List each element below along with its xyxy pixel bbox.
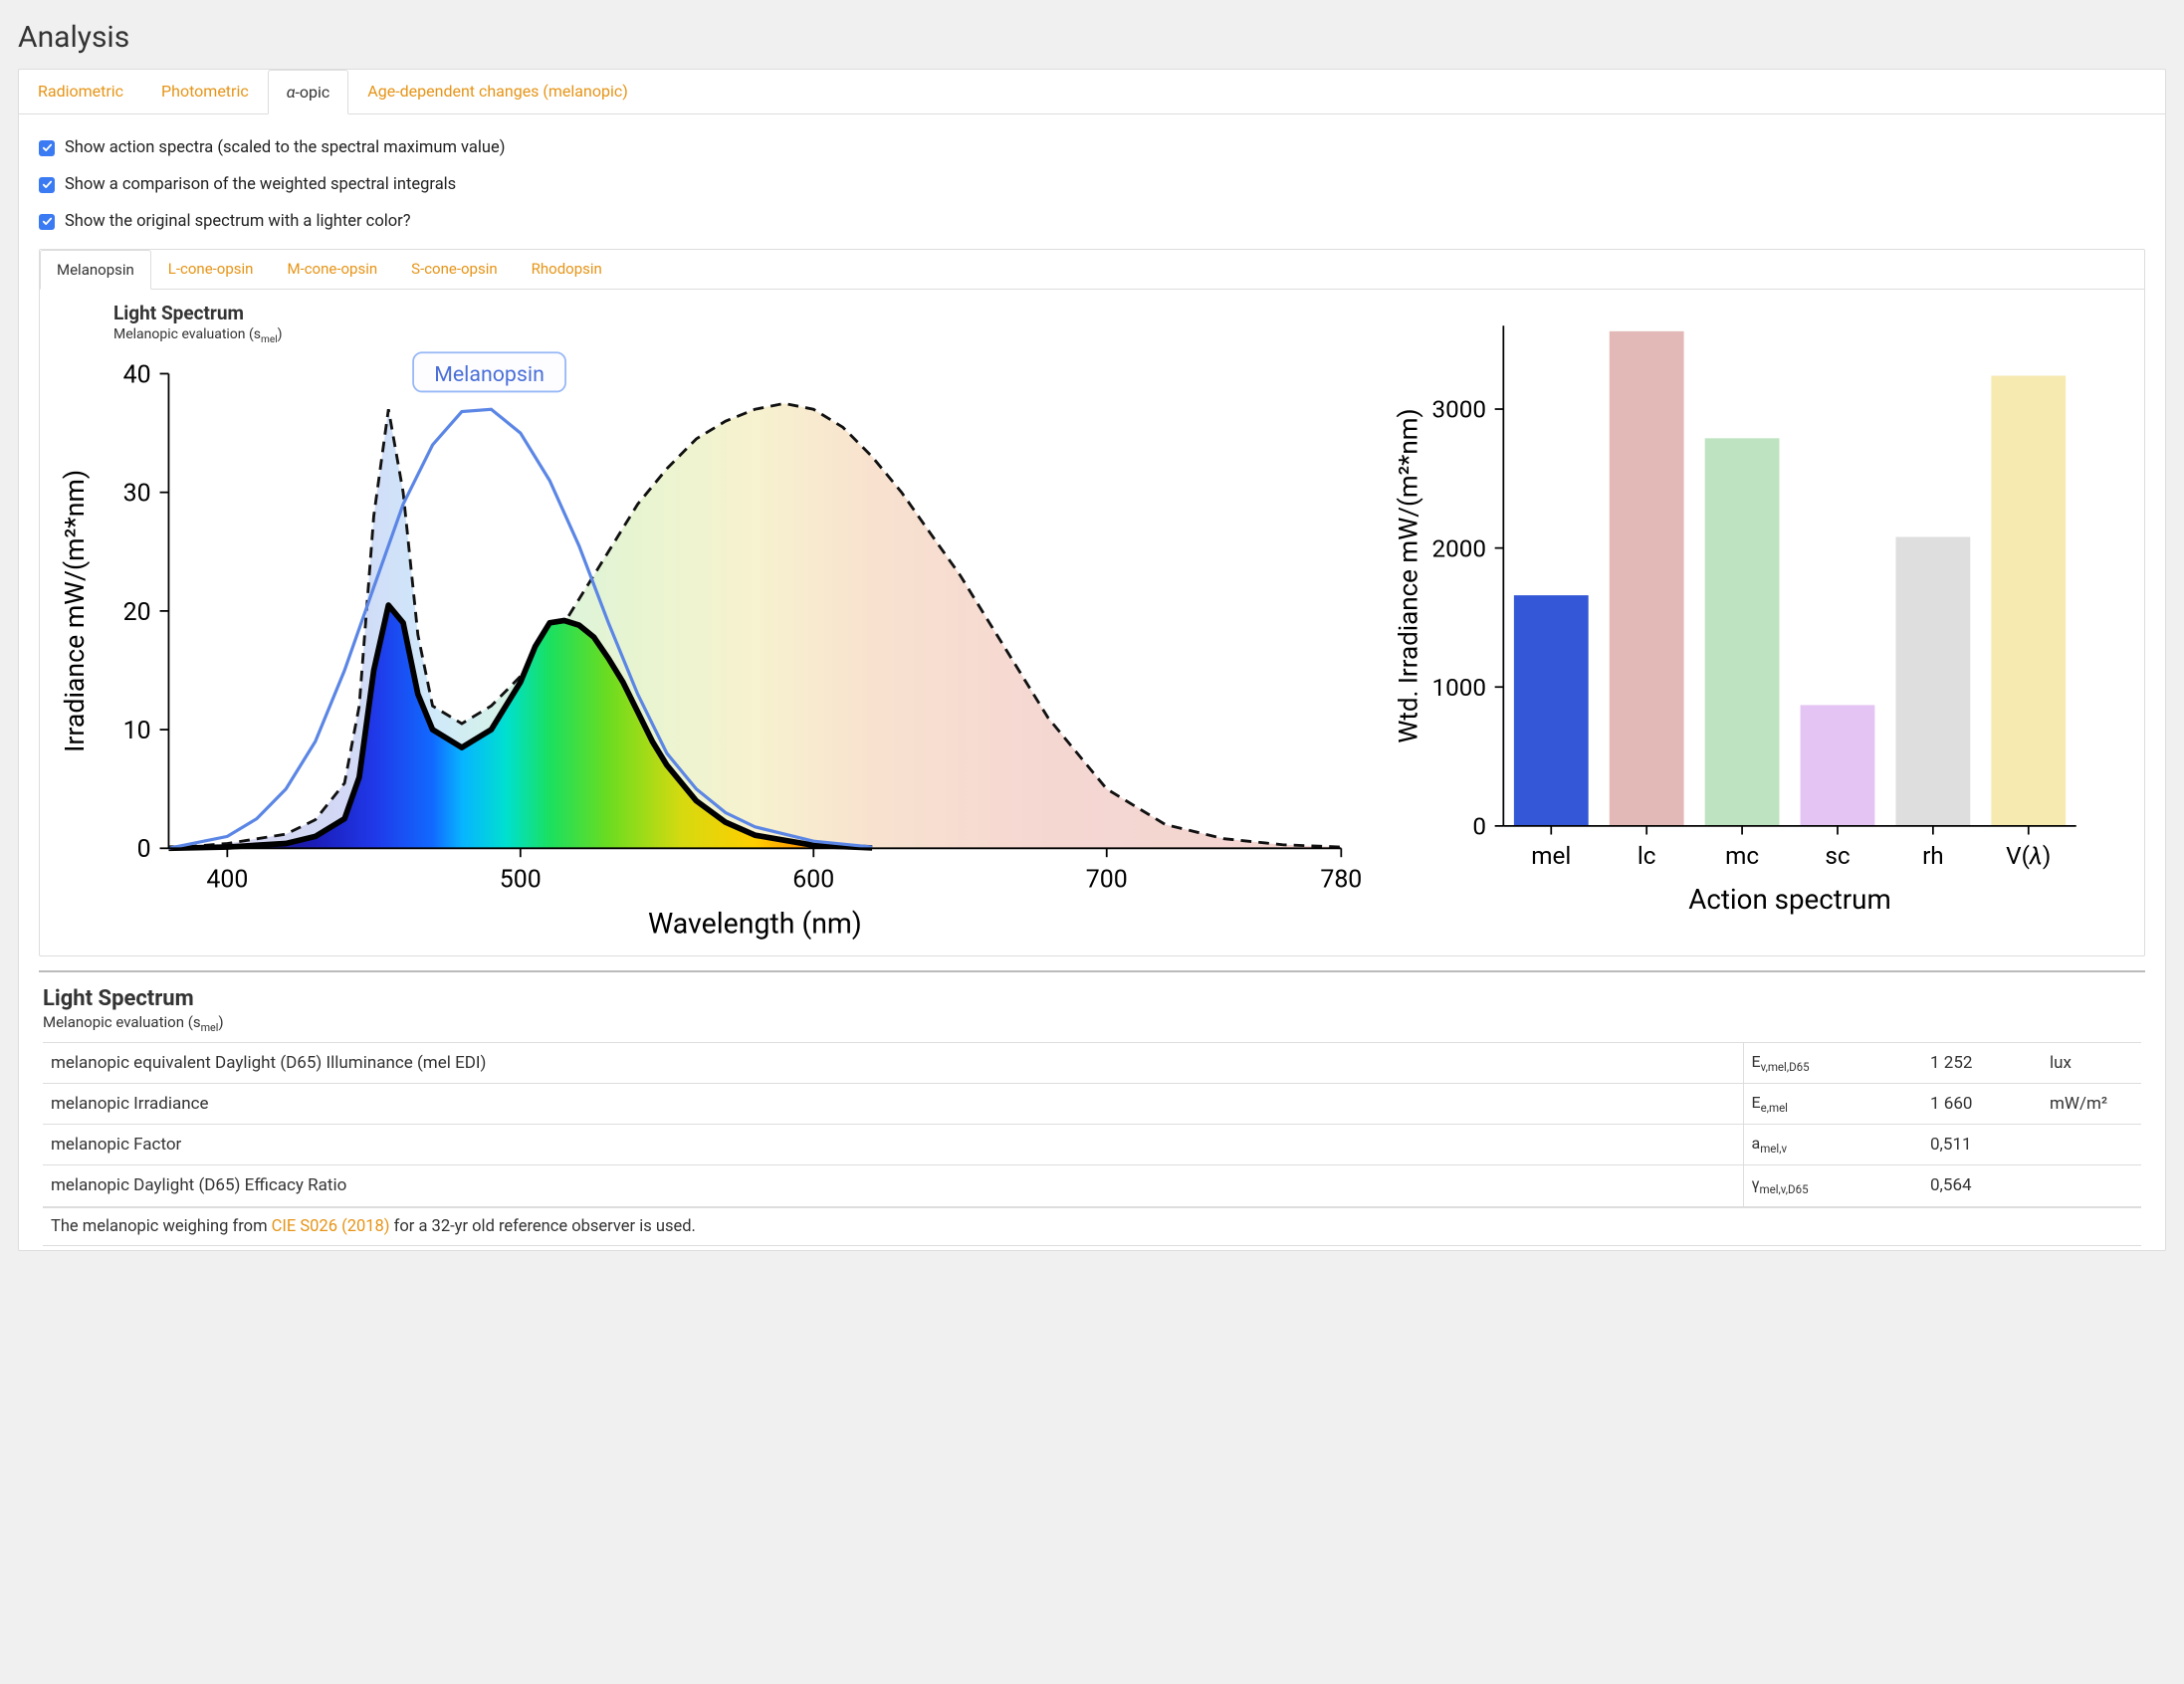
table-row: melanopic equivalent Daylight (D65) Illu… <box>43 1042 2141 1083</box>
svg-text:780: 780 <box>1320 865 1362 894</box>
main-tabs: RadiometricPhotometricα-opicAge-dependen… <box>19 70 2165 114</box>
result-unit: mW/m² <box>2042 1083 2141 1124</box>
svg-text:10: 10 <box>123 717 151 745</box>
result-name: melanopic Irradiance <box>43 1083 1743 1124</box>
opsin-tab-rhodopsin[interactable]: Rhodopsin <box>515 250 619 289</box>
svg-text:mc: mc <box>1725 841 1759 870</box>
result-name: melanopic Factor <box>43 1125 1743 1165</box>
result-value: 0,564 <box>1922 1165 2042 1206</box>
svg-text:700: 700 <box>1086 865 1128 894</box>
svg-text:Wavelength (nm): Wavelength (nm) <box>648 908 862 941</box>
checkbox-1[interactable] <box>39 177 55 193</box>
tab--opic[interactable]: α-opic <box>268 70 349 114</box>
chart-spectrum-title: Light Spectrum <box>113 302 1363 324</box>
legend-melanopsin: Melanopsin <box>434 362 545 387</box>
tab-radiometric[interactable]: Radiometric <box>19 70 142 113</box>
results-title: Light Spectrum <box>43 986 2141 1011</box>
svg-text:Wtd. Irradiance mW/(m²*nm): Wtd. Irradiance mW/(m²*nm) <box>1394 408 1423 742</box>
checkbox-row-2: Show the original spectrum with a lighte… <box>39 212 2145 231</box>
svg-text:30: 30 <box>123 479 151 508</box>
checkbox-row-1: Show a comparison of the weighted spectr… <box>39 175 2145 194</box>
tab-photometric[interactable]: Photometric <box>142 70 268 113</box>
result-symbol: Ev,mel,D65 <box>1743 1042 1922 1083</box>
result-name: melanopic Daylight (D65) Efficacy Ratio <box>43 1165 1743 1206</box>
checkbox-row-0: Show action spectra (scaled to the spect… <box>39 138 2145 157</box>
opsin-tab-m-cone-opsin[interactable]: M-cone-opsin <box>270 250 394 289</box>
chart-spectrum-subtitle: Melanopic evaluation (smel) <box>113 326 1363 345</box>
svg-text:V(λ): V(λ) <box>2006 841 2051 870</box>
results-table: melanopic equivalent Daylight (D65) Illu… <box>43 1042 2141 1207</box>
result-name: melanopic equivalent Daylight (D65) Illu… <box>43 1042 1743 1083</box>
svg-text:2000: 2000 <box>1431 533 1486 562</box>
opsin-tabs: MelanopsinL-cone-opsinM-cone-opsinS-cone… <box>40 250 2144 290</box>
page-title: Analysis <box>18 20 2166 55</box>
checkbox-0[interactable] <box>39 140 55 156</box>
checkbox-2[interactable] <box>39 214 55 230</box>
checkbox-label-1: Show a comparison of the weighted spectr… <box>65 175 456 194</box>
cie-link[interactable]: CIE S026 (2018) <box>272 1217 390 1236</box>
svg-text:Action spectrum: Action spectrum <box>1688 883 1891 916</box>
opsin-tab-l-cone-opsin[interactable]: L-cone-opsin <box>151 250 271 289</box>
checkbox-label-0: Show action spectra (scaled to the spect… <box>65 138 505 157</box>
results-section: Light Spectrum Melanopic evaluation (sme… <box>39 970 2145 1246</box>
result-value: 0,511 <box>1922 1125 2042 1165</box>
checkbox-label-2: Show the original spectrum with a lighte… <box>65 212 411 231</box>
opsin-panel: MelanopsinL-cone-opsinM-cone-opsinS-cone… <box>39 249 2145 956</box>
svg-text:40: 40 <box>123 360 151 389</box>
result-symbol: γmel,v,D65 <box>1743 1165 1922 1206</box>
svg-text:0: 0 <box>1472 812 1486 841</box>
opsin-tab-s-cone-opsin[interactable]: S-cone-opsin <box>394 250 515 289</box>
svg-text:20: 20 <box>123 598 151 627</box>
svg-text:mel: mel <box>1531 841 1571 870</box>
result-unit: lux <box>2042 1042 2141 1083</box>
result-symbol: Ee,mel <box>1743 1083 1922 1124</box>
svg-text:1000: 1000 <box>1431 673 1486 702</box>
svg-text:0: 0 <box>137 835 151 864</box>
svg-text:rh: rh <box>1922 841 1944 870</box>
results-footnote: The melanopic weighing from CIE S026 (20… <box>43 1207 2141 1246</box>
svg-text:sc: sc <box>1825 841 1850 870</box>
table-row: melanopic Factoramel,v0,511 <box>43 1125 2141 1165</box>
result-unit <box>2042 1165 2141 1206</box>
table-row: melanopic IrradianceEe,mel1 660mW/m² <box>43 1083 2141 1124</box>
chart-spectrum: Light Spectrum Melanopic evaluation (sme… <box>52 302 1363 951</box>
svg-text:Irradiance mW/(m²*nm): Irradiance mW/(m²*nm) <box>59 470 91 752</box>
svg-text:3000: 3000 <box>1431 395 1486 424</box>
svg-text:400: 400 <box>206 865 248 894</box>
tab-age-dependent-changes-melanopic-[interactable]: Age-dependent changes (melanopic) <box>348 70 646 113</box>
chart-bars: 0 1000 2000 3000 mel lc mc sc rh V(λ) Action spect… <box>1383 302 2090 927</box>
results-subtitle: Melanopic evaluation (smel) <box>43 1013 2141 1034</box>
analysis-card: RadiometricPhotometricα-opicAge-dependen… <box>18 69 2166 1251</box>
table-row: melanopic Daylight (D65) Efficacy Ratioγ… <box>43 1165 2141 1206</box>
result-unit <box>2042 1125 2141 1165</box>
svg-text:500: 500 <box>500 865 542 894</box>
svg-text:600: 600 <box>792 865 834 894</box>
result-value: 1 252 <box>1922 1042 2042 1083</box>
result-symbol: amel,v <box>1743 1125 1922 1165</box>
opsin-tab-melanopsin[interactable]: Melanopsin <box>40 250 151 290</box>
svg-text:lc: lc <box>1638 841 1656 870</box>
result-value: 1 660 <box>1922 1083 2042 1124</box>
